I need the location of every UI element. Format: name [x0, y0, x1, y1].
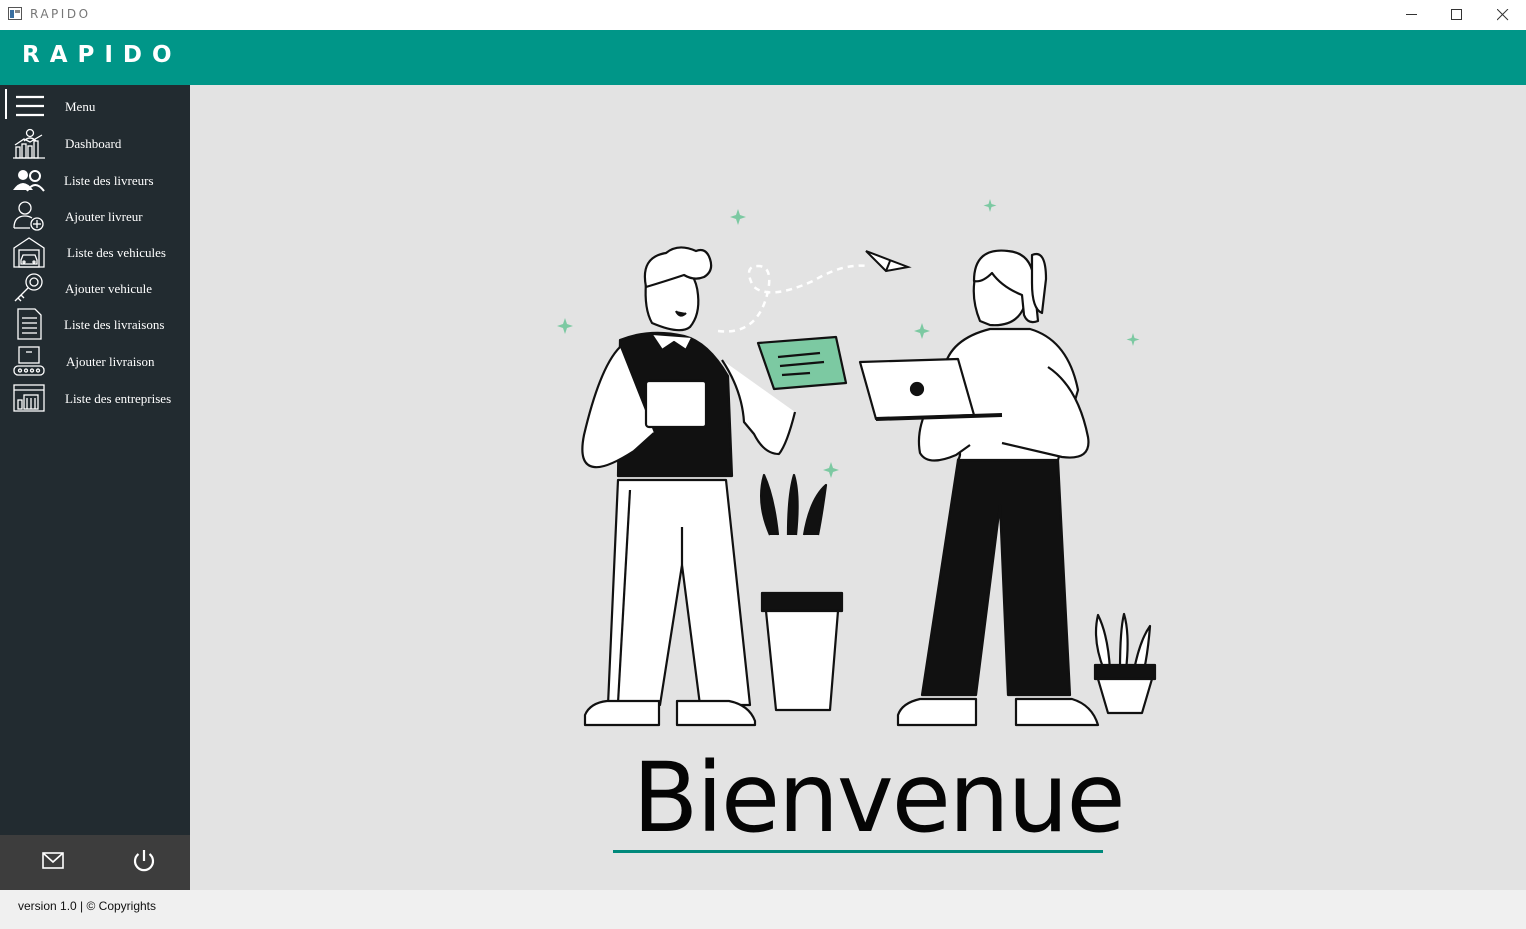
- sidebar-item-label: Liste des livraisons: [64, 317, 165, 332]
- sidebar-item-dashboard[interactable]: Dashboard: [0, 125, 190, 161]
- version-text: version 1.0 | © Copyrights: [18, 899, 157, 913]
- status-footer: version 1.0 | © Copyrights: [0, 890, 1526, 929]
- mail-button[interactable]: [0, 835, 95, 890]
- sidebar-item-liste-livreurs[interactable]: Liste des livreurs: [0, 162, 190, 198]
- app-header: RAPIDO: [0, 30, 1526, 85]
- sidebar-footer: [0, 835, 190, 890]
- power-icon: [133, 850, 155, 872]
- main-content: Bienvenue: [190, 85, 1526, 890]
- company-window-icon: [13, 384, 45, 412]
- close-icon: [1497, 9, 1509, 21]
- close-button[interactable]: [1480, 0, 1526, 30]
- users-icon: [13, 170, 45, 192]
- minimize-button[interactable]: [1389, 0, 1435, 30]
- dashboard-chart-icon: [13, 128, 45, 159]
- sidebar-item-label: Dashboard: [65, 136, 122, 151]
- welcome-underline: [613, 850, 1103, 853]
- document-list-icon: [17, 308, 42, 340]
- welcome-illustration: [557, 199, 1157, 727]
- hamburger-icon: [16, 95, 44, 117]
- app-logo: RAPIDO: [22, 42, 182, 68]
- sidebar-item-label: Menu: [65, 99, 96, 114]
- mail-icon: [42, 852, 64, 869]
- sidebar-item-ajouter-livreur[interactable]: Ajouter livreur: [0, 198, 190, 234]
- sidebar-item-label: Ajouter livraison: [66, 354, 155, 369]
- sidebar-item-menu[interactable]: Menu: [0, 88, 190, 124]
- key-icon: [14, 273, 43, 302]
- sidebar-item-liste-entreprises[interactable]: Liste des entreprises: [0, 380, 190, 416]
- sidebar-item-label: Ajouter livreur: [65, 209, 143, 224]
- sidebar-item-label: Liste des vehicules: [67, 245, 166, 260]
- sidebar-item-label: Liste des livreurs: [64, 173, 154, 188]
- minimize-icon: [1406, 14, 1417, 15]
- window-titlebar: RAPIDO: [0, 0, 1526, 30]
- maximize-button[interactable]: [1434, 0, 1480, 30]
- maximize-icon: [1451, 9, 1462, 20]
- app-icon: [8, 7, 22, 20]
- sidebar: Menu Dashboard Liste des livreurs Ajoute…: [0, 85, 190, 835]
- sidebar-item-ajouter-vehicule[interactable]: Ajouter vehicule: [0, 270, 190, 306]
- conveyor-box-icon: [13, 346, 45, 376]
- garage-icon: [13, 237, 45, 268]
- sidebar-item-ajouter-livraison[interactable]: Ajouter livraison: [0, 343, 190, 379]
- welcome-heading: Bienvenue: [632, 742, 1125, 854]
- power-button[interactable]: [95, 835, 190, 890]
- sidebar-item-liste-vehicules[interactable]: Liste des vehicules: [0, 234, 190, 270]
- add-user-icon: [13, 201, 44, 231]
- sidebar-item-label: Liste des entreprises: [65, 391, 172, 406]
- window-title: RAPIDO: [30, 7, 91, 21]
- sidebar-item-liste-livraisons[interactable]: Liste des livraisons: [0, 306, 190, 342]
- sidebar-item-label: Ajouter vehicule: [65, 281, 152, 296]
